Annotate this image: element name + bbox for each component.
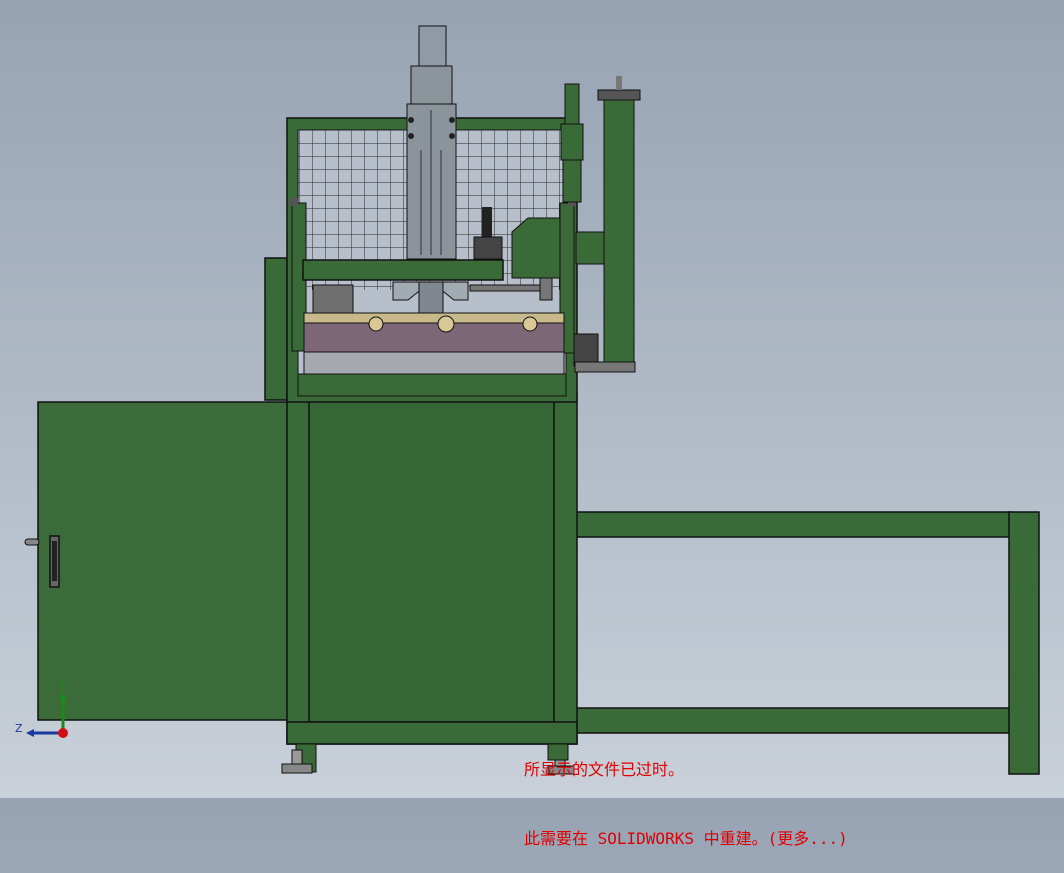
- press-cylinder: [406, 25, 457, 260]
- y-axis-label: Y: [59, 679, 66, 692]
- notice-line-rebuild[interactable]: 此需要在 SOLIDWORKS 中重建。(更多...): [524, 827, 848, 850]
- fixture-bed: [297, 312, 567, 397]
- machine-drawing: [24, 25, 1040, 775]
- z-axis-label: Z: [15, 722, 23, 735]
- control-box: [312, 284, 354, 314]
- electrical-cabinet: [24, 401, 289, 721]
- notice-line-outdated[interactable]: 所显示的文件已过时。: [524, 758, 848, 781]
- cad-viewport[interactable]: Y Z 所显示的文件已过时。 此需要在 SOLIDWORKS 中重建。(更多..…: [0, 0, 1064, 848]
- crossbeam: [302, 259, 504, 281]
- rebuild-notice: 所显示的文件已过时。 此需要在 SOLIDWORKS 中重建。(更多...): [524, 712, 848, 873]
- side-panel: [264, 257, 288, 401]
